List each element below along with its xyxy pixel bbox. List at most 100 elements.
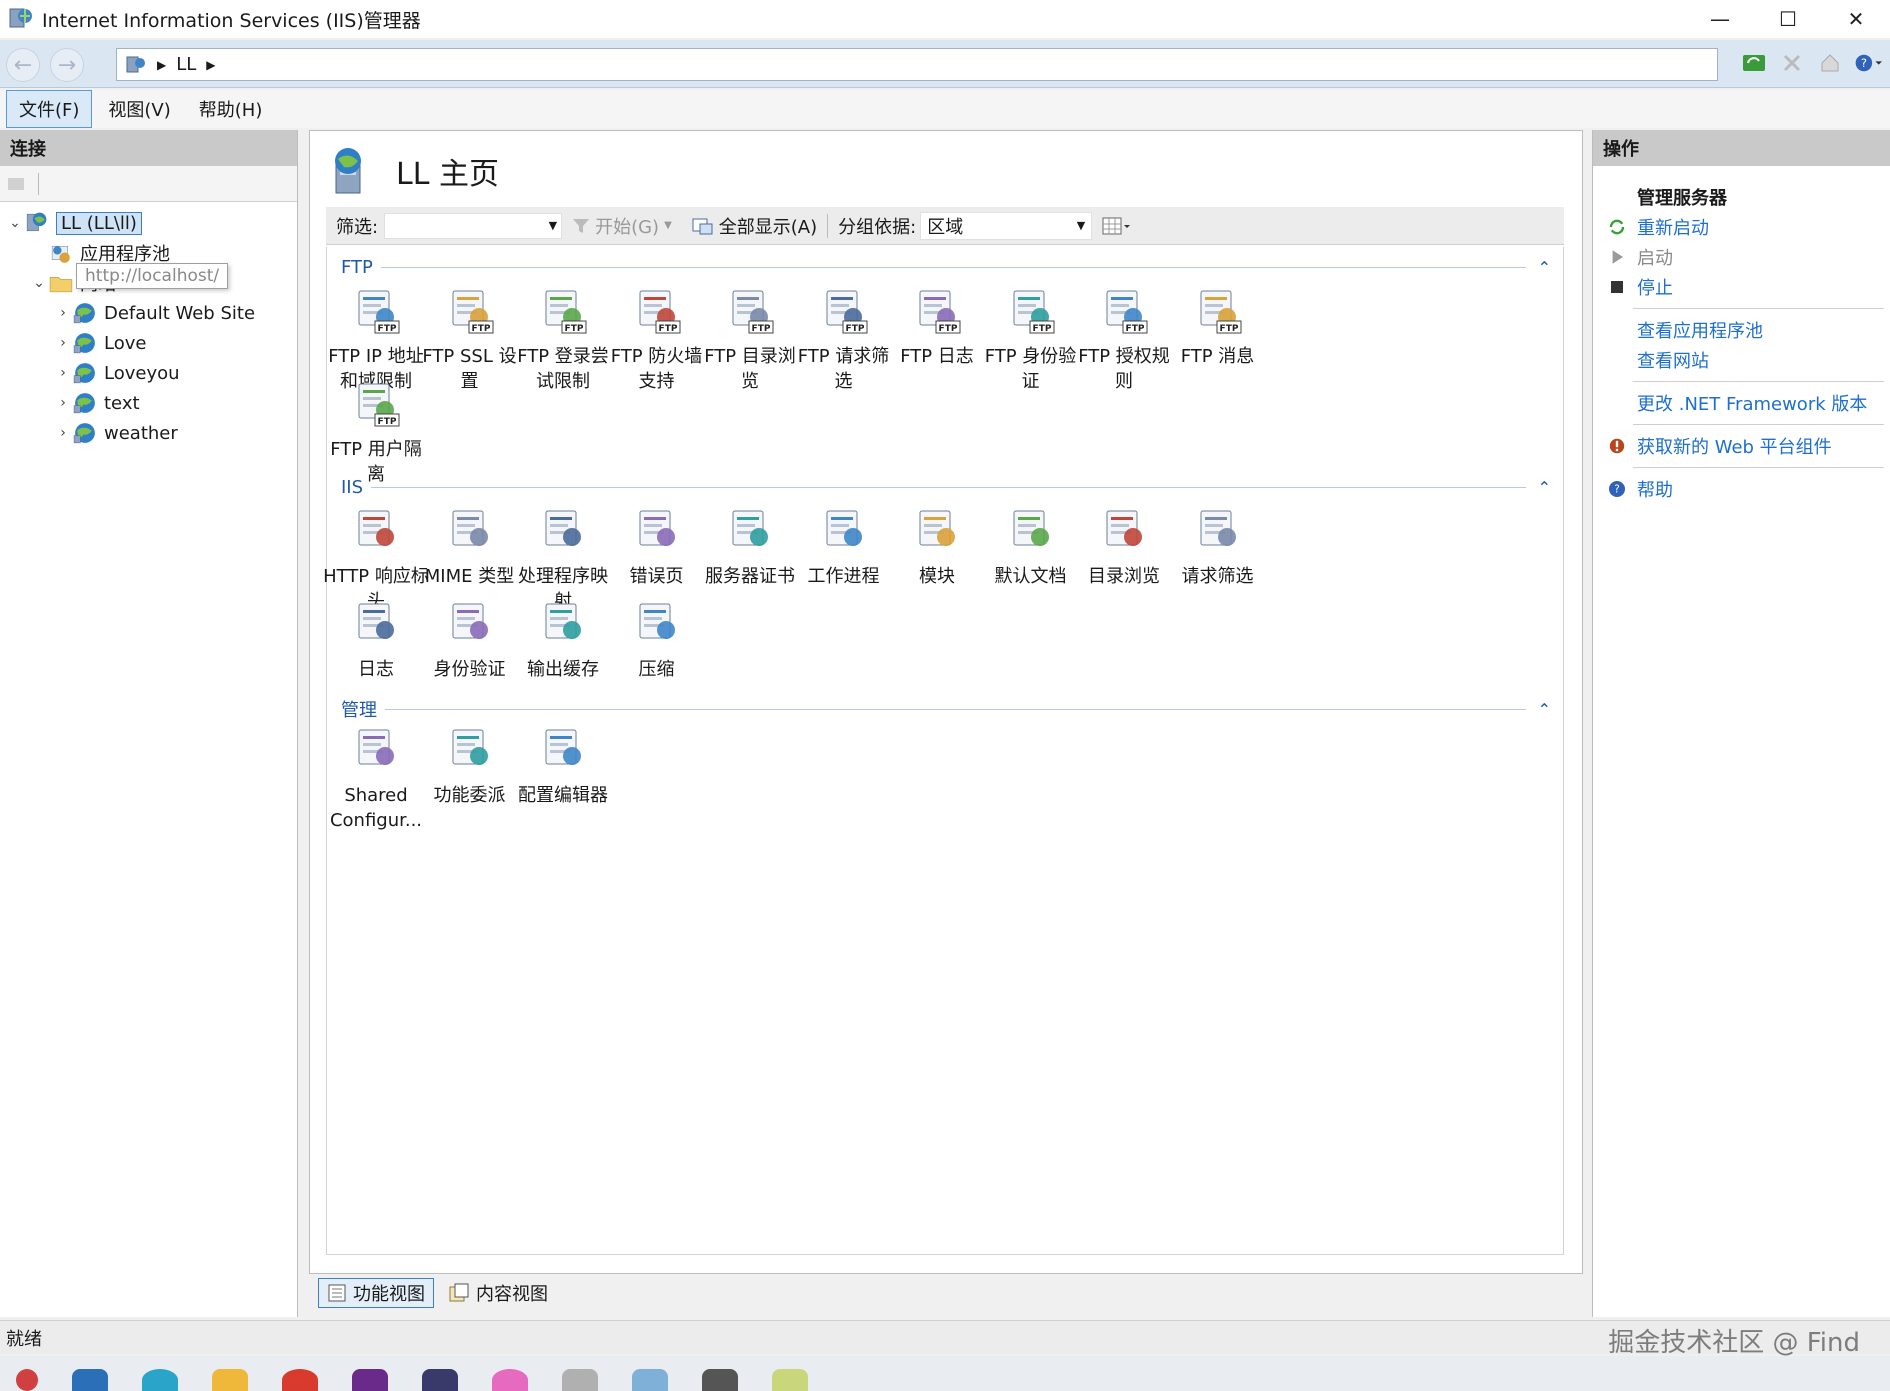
action-link[interactable]: ? 帮助 [1593, 474, 1890, 504]
stop-icon [1611, 281, 1623, 293]
connect-icon[interactable] [6, 174, 28, 194]
chevron-right-icon[interactable]: › [54, 335, 72, 351]
taskbar-app[interactable] [562, 1369, 598, 1391]
chevron-right-icon[interactable]: › [54, 305, 72, 321]
action-link[interactable]: 查看应用程序池 [1593, 315, 1890, 345]
action-icon-slot: ? [1603, 479, 1631, 499]
feature-icon [545, 603, 581, 639]
refresh-icon [1743, 55, 1765, 71]
taskbar-app[interactable] [632, 1369, 668, 1391]
feature-icon [358, 729, 394, 765]
menu-view[interactable]: 视图(V) [96, 91, 182, 127]
server-icon [126, 56, 145, 72]
svg-text:FTP: FTP [845, 324, 864, 334]
minimize-button[interactable]: — [1686, 0, 1754, 38]
sites-folder-icon [49, 277, 73, 293]
forward-button[interactable]: → [50, 48, 84, 82]
refresh-button[interactable] [1740, 49, 1768, 77]
chevron-right-icon[interactable]: › [54, 425, 72, 441]
taskbar-app[interactable] [282, 1369, 318, 1391]
status-bar: 就绪 [0, 1320, 1890, 1354]
actions-divider [1633, 308, 1884, 309]
taskbar-app[interactable] [72, 1369, 108, 1391]
chevron-down-icon[interactable]: ⌄ [30, 275, 48, 291]
taskbar-app[interactable] [492, 1369, 528, 1391]
tab-features-view[interactable]: 功能视图 [318, 1278, 434, 1308]
address-field[interactable]: ▶ LL ▶ [116, 48, 1718, 81]
feature-icon [358, 603, 394, 639]
tree-item[interactable]: ⌄ LL (LL\ll) [0, 208, 297, 238]
tree-item[interactable]: › text [0, 388, 297, 418]
breadcrumb-item-ll[interactable]: LL [176, 54, 196, 75]
action-link[interactable]: 查看网站 [1593, 345, 1890, 375]
feature-icon [1200, 510, 1236, 546]
app-pool-icon [51, 245, 70, 263]
menu-file[interactable]: 文件(F) [6, 90, 93, 128]
feature-item[interactable]: FTP FTP 用户隔离 [321, 378, 431, 487]
server-home-icon [335, 148, 361, 194]
action-icon-slot [1603, 247, 1631, 267]
action-link[interactable]: 重新启动 [1593, 212, 1890, 242]
action-link[interactable]: 启动 [1593, 242, 1890, 272]
help-menu-button[interactable]: ? [1854, 49, 1882, 77]
start-filter-button[interactable]: 开始(G) ▼ [562, 213, 682, 239]
feature-label: 配置编辑器 [518, 785, 608, 806]
collapse-chevron-icon[interactable]: ⌃ [1538, 478, 1551, 497]
chevron-right-icon[interactable]: › [54, 395, 72, 411]
collapse-chevron-icon[interactable]: ⌃ [1538, 258, 1551, 277]
action-link[interactable]: 停止 [1593, 272, 1890, 302]
menu-help[interactable]: 帮助(H) [187, 91, 275, 127]
section-header[interactable]: IIS ⌃ [341, 477, 1551, 498]
taskbar-app[interactable] [142, 1369, 178, 1391]
section-header[interactable]: 管理 ⌃ [341, 696, 1551, 722]
feature-item[interactable]: FTP FTP 消息 [1163, 285, 1273, 369]
stop-nav-icon [1783, 54, 1801, 72]
connections-header: 连接 [0, 130, 297, 166]
group-by-select[interactable]: 区域 ▼ [920, 211, 1093, 240]
action-icon-slot [1603, 436, 1631, 456]
feature-label: 选 [834, 371, 853, 392]
action-label: 获取新的 Web 平台组件 [1637, 437, 1832, 458]
stop-nav-button[interactable] [1778, 49, 1806, 77]
chevron-down-icon[interactable]: ⌄ [6, 215, 24, 231]
feature-icon [358, 510, 394, 546]
tree-item-label: Loveyou [104, 362, 180, 384]
feature-item[interactable]: 配置编辑器 [508, 724, 618, 808]
taskbar-app[interactable] [352, 1369, 388, 1391]
view-mode-button[interactable] [1092, 216, 1140, 236]
tree-item[interactable]: › Default Web Site [0, 298, 297, 328]
action-link[interactable]: 获取新的 Web 平台组件 [1593, 431, 1890, 461]
feature-icon [732, 510, 768, 546]
home-button[interactable] [1816, 49, 1844, 77]
feature-icon: FTP [1106, 290, 1148, 334]
svg-text:FTP: FTP [658, 324, 677, 334]
features-panel: LL 主页 筛选: ▼ 开始(G) ▼ 全部显示(A) 分组依据: 区域 ▼ F… [309, 130, 1583, 1274]
filter-input[interactable]: ▼ [384, 212, 563, 239]
svg-text:FTP: FTP [471, 324, 490, 334]
feature-item[interactable]: 请求筛选 [1163, 505, 1273, 589]
close-button[interactable]: ✕ [1822, 0, 1890, 38]
taskbar-app[interactable] [422, 1369, 458, 1391]
tree-item[interactable]: › Love [0, 328, 297, 358]
tree-item[interactable]: › Loveyou [0, 358, 297, 388]
action-link[interactable]: 更改 .NET Framework 版本 [1593, 388, 1890, 418]
tab-content-view[interactable]: 内容视图 [440, 1278, 556, 1308]
taskbar-app[interactable] [772, 1369, 808, 1391]
section-header[interactable]: FTP ⌃ [341, 257, 1551, 278]
globe-icon [73, 303, 95, 324]
collapse-chevron-icon[interactable]: ⌃ [1538, 700, 1551, 719]
taskbar-app[interactable] [212, 1369, 248, 1391]
taskbar-app[interactable] [702, 1369, 738, 1391]
tree-item-label: weather [104, 422, 178, 444]
action-label: 查看网站 [1637, 351, 1709, 372]
chevron-right-icon[interactable]: › [54, 365, 72, 381]
show-all-button[interactable]: 全部显示(A) [682, 213, 827, 239]
feature-item[interactable]: 压缩 [602, 598, 712, 682]
tree-item[interactable]: › weather [0, 418, 297, 448]
address-toolbar: ? [1740, 49, 1882, 77]
section-title: FTP [341, 257, 373, 278]
notification-badge[interactable] [16, 1369, 38, 1391]
back-button[interactable]: ← [6, 48, 40, 82]
maximize-button[interactable]: ☐ [1754, 0, 1822, 38]
connections-tree: ⌄LL (LL\ll)应用程序池⌄网站›Default Web Site›Lov… [0, 202, 297, 448]
